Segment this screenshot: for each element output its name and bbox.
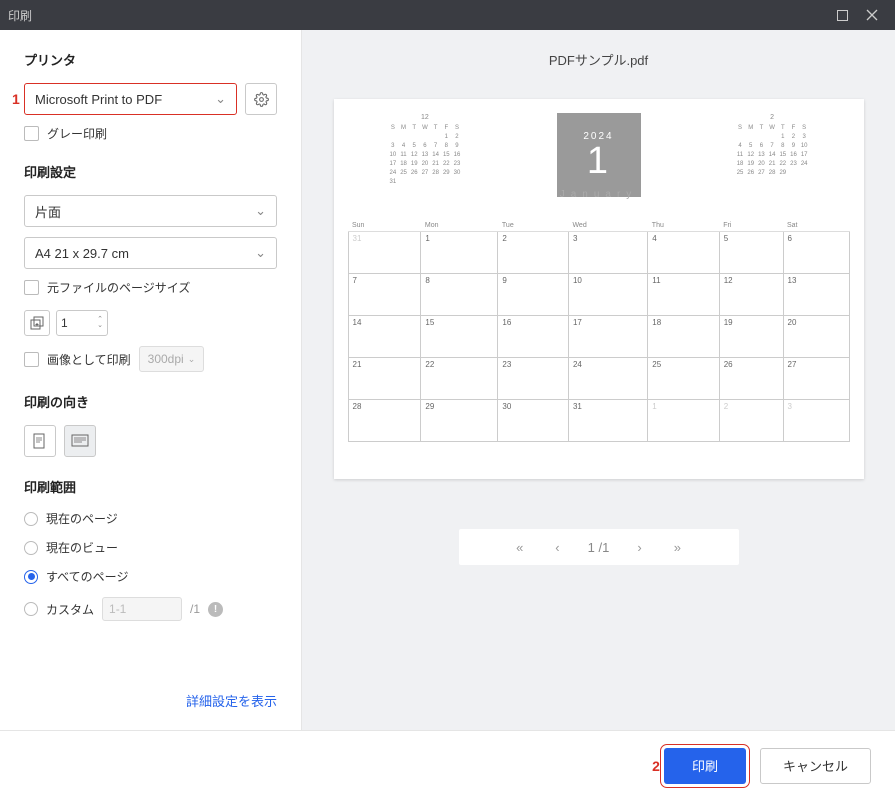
range-current-view-label: 現在のビュー <box>46 539 118 556</box>
range-custom-label: カスタム <box>46 601 94 618</box>
chevron-down-icon: ⌄ <box>188 354 196 365</box>
preview-pane: PDFサンプル.pdf 12 SMTWTFS123456789101112131… <box>302 30 895 730</box>
pager-last-button[interactable]: » <box>670 536 685 559</box>
chevron-down-icon: ⌄ <box>255 245 266 261</box>
grayscale-label: グレー印刷 <box>47 125 107 142</box>
pager-next-button[interactable]: › <box>633 536 645 559</box>
range-current-page-radio[interactable] <box>24 512 38 526</box>
range-all-label: すべてのページ <box>46 568 128 585</box>
print-button[interactable]: 印刷 <box>664 748 746 784</box>
print-settings-title: 印刷設定 <box>24 162 277 181</box>
range-current-page-label: 現在のページ <box>46 510 118 527</box>
month-name: January <box>557 189 641 200</box>
orientation-title: 印刷の向き <box>24 392 277 411</box>
advanced-settings-link[interactable]: 詳細設定を表示 <box>186 691 277 710</box>
printer-select[interactable]: Microsoft Print to PDF ⌄ <box>24 83 237 115</box>
footer: 2 印刷 キャンセル <box>0 730 895 800</box>
mini-calendar-prev: 12 SMTWTFS123456789101112131415161718192… <box>388 113 463 187</box>
original-size-label: 元ファイルのページサイズ <box>47 279 190 296</box>
original-size-checkbox[interactable] <box>24 280 39 295</box>
range-custom-radio[interactable] <box>24 602 38 616</box>
printer-section-title: プリンタ <box>24 50 277 69</box>
landscape-icon <box>71 434 89 448</box>
grayscale-checkbox[interactable] <box>24 126 39 141</box>
chevron-down-icon: ⌄ <box>255 203 266 219</box>
calendar-grid: SunMonTueWedThuFriSat3112345678910111213… <box>348 220 850 442</box>
paper-size-select[interactable]: A4 21 x 29.7 cm ⌄ <box>24 237 277 269</box>
preview-page: 12 SMTWTFS123456789101112131415161718192… <box>334 99 864 479</box>
titlebar: 印刷 <box>0 0 895 30</box>
print-as-image-label: 画像として印刷 <box>47 351 131 368</box>
pager-display: 1 /1 <box>588 540 610 555</box>
orientation-portrait-button[interactable] <box>24 425 56 457</box>
close-icon[interactable] <box>857 0 887 30</box>
info-icon[interactable]: ! <box>208 602 223 617</box>
duplex-select[interactable]: 片面 ⌄ <box>24 195 277 227</box>
pager-prev-button[interactable]: ‹ <box>551 536 563 559</box>
copies-icon <box>24 310 50 336</box>
print-as-image-checkbox[interactable] <box>24 352 39 367</box>
range-custom-total: /1 <box>190 602 200 616</box>
copies-input[interactable]: 1 ⌃⌄ <box>56 310 108 336</box>
orientation-landscape-button[interactable] <box>64 425 96 457</box>
range-current-view-radio[interactable] <box>24 541 38 555</box>
annotation-marker-2: 2 <box>652 758 660 774</box>
big-month-block: 2024 1 <box>557 113 641 197</box>
main-area: プリンタ 1 Microsoft Print to PDF ⌄ グレー印刷 印刷… <box>0 30 895 730</box>
range-title: 印刷範囲 <box>24 477 277 496</box>
range-all-radio[interactable] <box>24 570 38 584</box>
gear-icon <box>254 92 269 107</box>
printer-settings-button[interactable] <box>245 83 277 115</box>
document-filename: PDFサンプル.pdf <box>332 50 865 69</box>
pager-first-button[interactable]: « <box>512 536 527 559</box>
mini-calendar-next: 2 SMTWTFS1234567891011121314151617181920… <box>735 113 810 178</box>
portrait-icon <box>33 433 47 449</box>
maximize-icon[interactable] <box>827 0 857 30</box>
chevron-down-icon: ⌄ <box>215 91 226 107</box>
spinner-icon[interactable]: ⌃⌄ <box>97 317 103 329</box>
range-custom-input[interactable]: 1-1 <box>102 597 182 621</box>
cancel-button[interactable]: キャンセル <box>760 748 871 784</box>
annotation-marker-1: 1 <box>12 91 20 107</box>
sidebar: プリンタ 1 Microsoft Print to PDF ⌄ グレー印刷 印刷… <box>0 30 302 730</box>
dpi-select: 300dpi ⌄ <box>139 346 205 372</box>
preview-pager: « ‹ 1 /1 › » <box>459 529 739 565</box>
window-title: 印刷 <box>8 7 827 24</box>
